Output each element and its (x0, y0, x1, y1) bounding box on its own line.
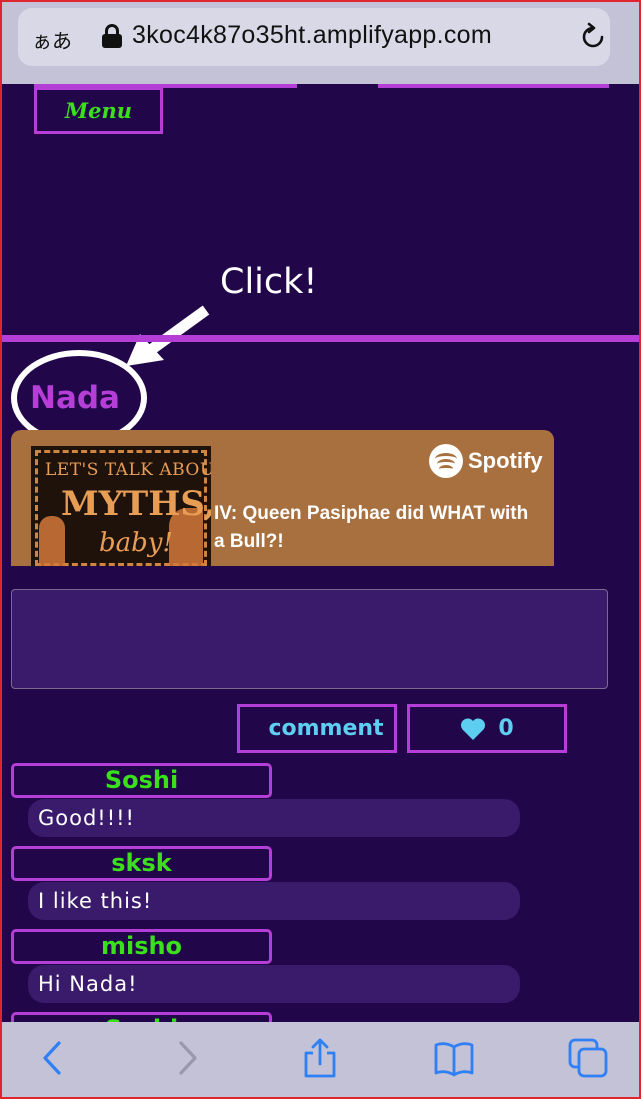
section-divider (0, 335, 641, 342)
podcast-cover-image: LET'S TALK ABOUT MYTHS, baby! (31, 446, 211, 566)
comment-username[interactable]: sksk (11, 846, 272, 881)
comment-text: Good!!!! (28, 799, 520, 837)
url-text[interactable]: 3koc4k87o35ht.amplifyapp.com (132, 21, 492, 50)
browser-toolbar (0, 1022, 641, 1099)
forward-icon[interactable] (168, 1038, 208, 1078)
comment-username[interactable]: Soshi (11, 763, 272, 798)
cover-title-line1: LET'S TALK ABOUT (45, 460, 211, 480)
share-icon[interactable] (300, 1038, 340, 1078)
episode-title[interactable]: IV: Queen Pasiphae did WHAT with a Bull?… (214, 500, 544, 556)
spotify-embed[interactable]: LET'S TALK ABOUT MYTHS, baby! Spotify IV… (11, 430, 554, 566)
spotify-logo-icon (429, 444, 463, 478)
menu-button[interactable]: Menu (34, 87, 163, 134)
like-button[interactable]: 0 (407, 704, 567, 753)
comment-button[interactable]: comment (237, 704, 397, 753)
click-annotation: Click! (220, 262, 318, 302)
comment-text: I like this! (28, 882, 520, 920)
browser-address-bar: ぁあ 3koc4k87o35ht.amplifyapp.com (0, 0, 641, 84)
url-field[interactable]: ぁあ 3koc4k87o35ht.amplifyapp.com (18, 8, 610, 66)
comment-username[interactable]: misho (11, 929, 272, 964)
comment-input[interactable] (11, 589, 608, 689)
comment-text: Hi Nada! (28, 965, 520, 1003)
reload-icon[interactable] (578, 22, 608, 52)
back-icon[interactable] (32, 1038, 72, 1078)
spotify-brand-label: Spotify (468, 448, 543, 473)
tabs-icon[interactable] (568, 1038, 608, 1078)
lock-icon (102, 24, 122, 48)
bookmarks-icon[interactable] (434, 1038, 474, 1078)
spotify-brand[interactable]: Spotify (429, 444, 543, 478)
header-underline-right (378, 84, 609, 88)
text-size-button[interactable]: ぁあ (32, 25, 72, 54)
heart-icon (461, 717, 486, 740)
cover-title-line2: MYTHS, (61, 484, 211, 524)
like-count: 0 (498, 716, 514, 741)
cover-title-line3: baby! (99, 528, 173, 558)
